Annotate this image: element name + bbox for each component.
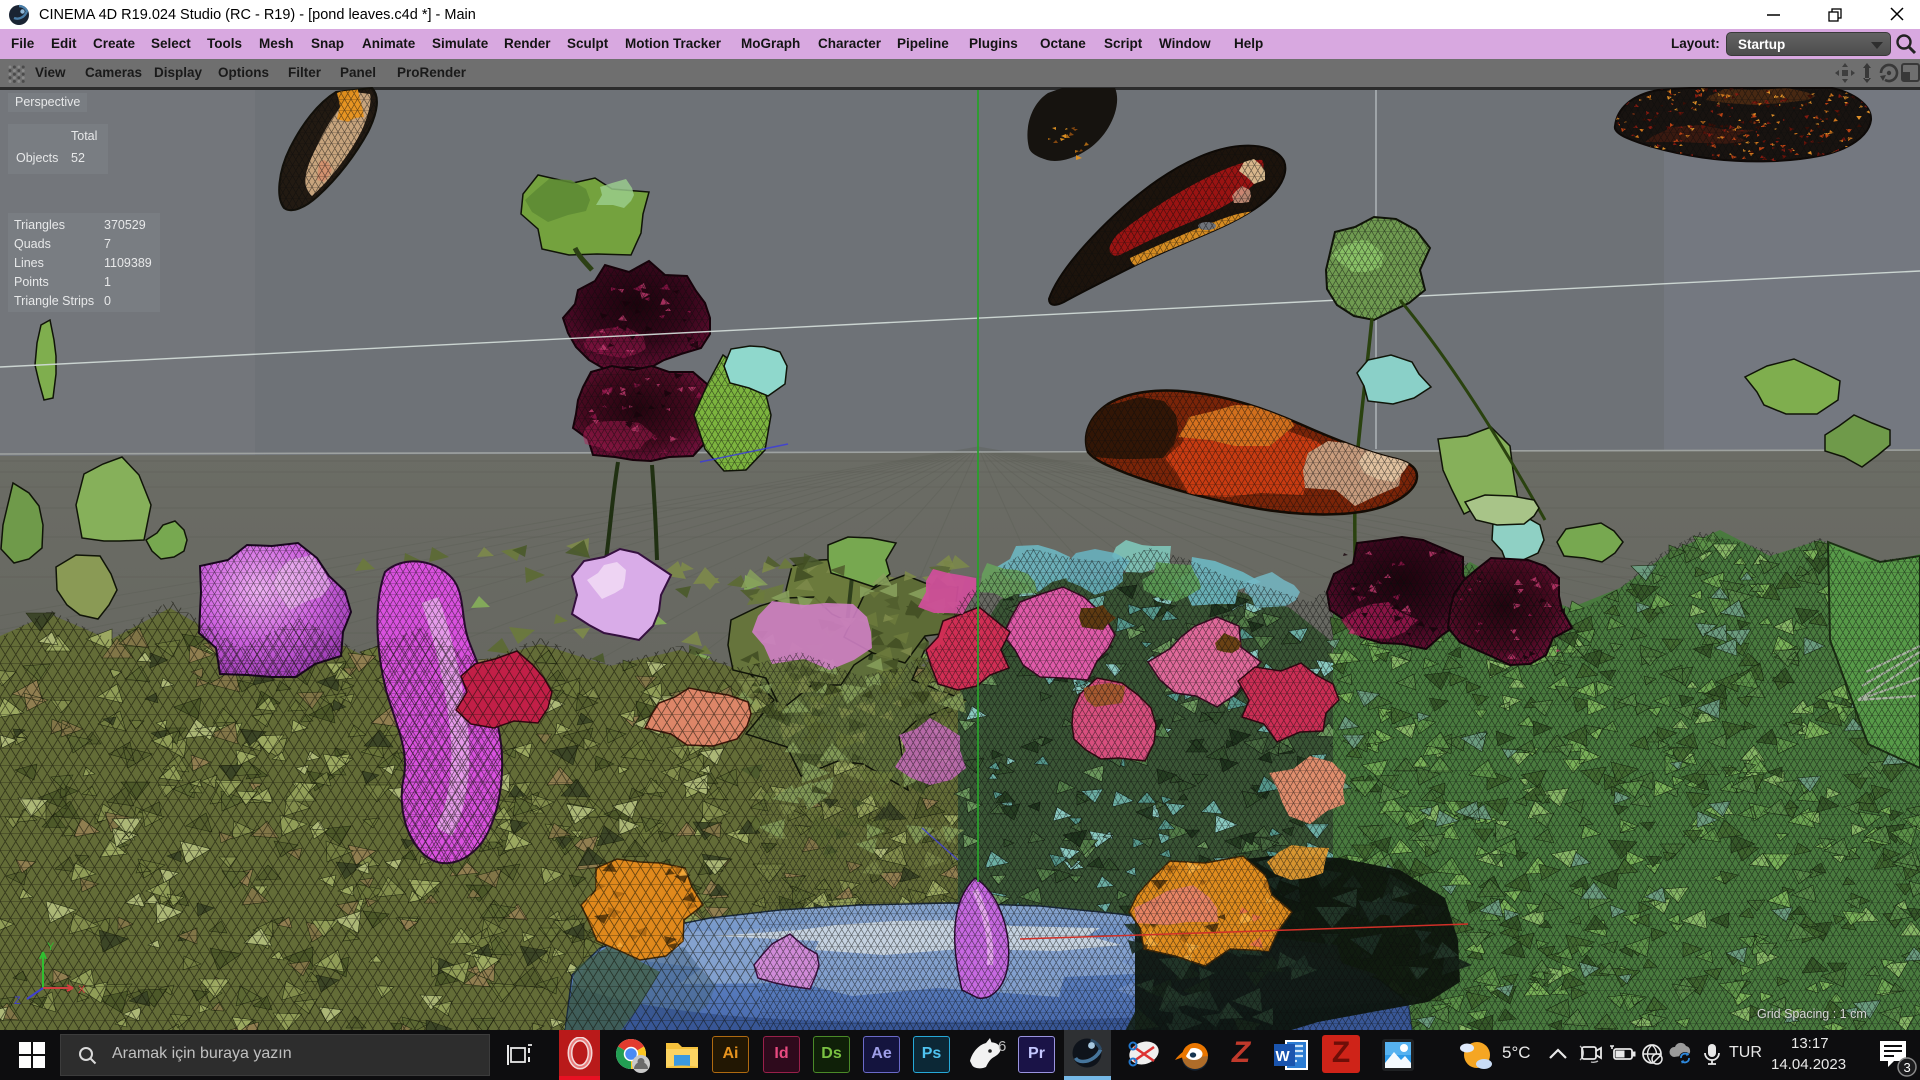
svg-text:Y: Y — [47, 941, 55, 953]
svg-text:6: 6 — [998, 1038, 1006, 1055]
svg-text:Z: Z — [14, 995, 21, 1007]
svg-text:W: W — [1276, 1048, 1291, 1065]
svg-text:X: X — [78, 984, 86, 996]
svg-text:3: 3 — [1904, 1060, 1911, 1075]
